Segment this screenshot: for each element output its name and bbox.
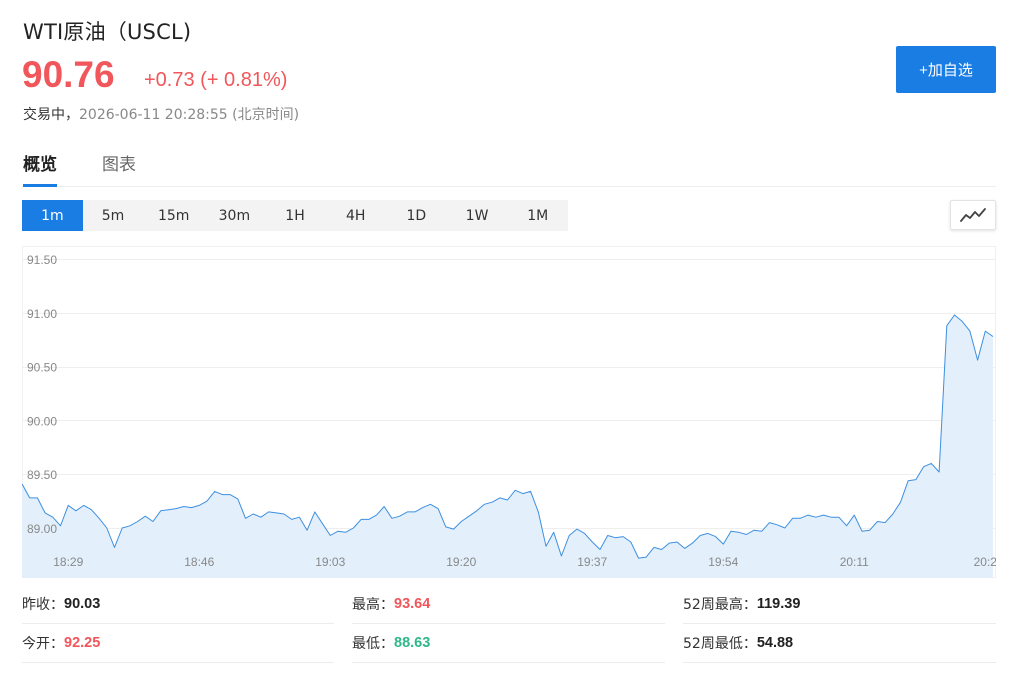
- x-tick-label: 19:54: [708, 555, 738, 569]
- stat-open: 今开： 92.25: [22, 624, 334, 663]
- stat-52w-high: 52周最高： 119.39: [683, 585, 996, 624]
- stat-low: 最低： 88.63: [352, 624, 665, 663]
- y-tick-label: 90.00: [27, 414, 57, 428]
- y-tick-label: 91.00: [27, 307, 57, 321]
- line-chart-icon: [960, 208, 986, 222]
- stat-label: 昨收：: [22, 597, 64, 613]
- x-tick-label: 20:11: [840, 555, 869, 569]
- stat-high: 最高： 93.64: [352, 585, 665, 624]
- status-timestamp: 2026-06-11 20:28:55 (北京时间): [79, 107, 300, 123]
- y-tick-label: 91.50: [27, 253, 57, 267]
- x-tick-label: 19:37: [577, 555, 607, 569]
- tab-bar: 概览 图表: [23, 150, 996, 187]
- stat-52w-low: 52周最低： 54.88: [683, 624, 996, 663]
- x-tick-label: 20:2: [974, 555, 996, 569]
- tab-chart[interactable]: 图表: [102, 150, 136, 185]
- stat-value: 92.25: [64, 635, 101, 651]
- period-selector: 1m 5m 15m 30m 1H 4H 1D 1W 1M: [22, 200, 568, 231]
- stat-label: 最高：: [352, 597, 394, 613]
- period-15m[interactable]: 15m: [143, 200, 204, 231]
- period-1w[interactable]: 1W: [447, 200, 508, 231]
- stat-value: 93.64: [394, 596, 431, 612]
- chart-type-toggle-button[interactable]: [950, 200, 996, 230]
- period-5m[interactable]: 5m: [83, 200, 144, 231]
- instrument-title: WTI原油（USCL): [23, 20, 192, 44]
- stat-value: 88.63: [394, 635, 431, 651]
- stat-value: 119.39: [756, 596, 801, 612]
- y-tick-label: 90.50: [27, 361, 57, 375]
- stat-value: 90.03: [64, 596, 101, 612]
- period-1mo[interactable]: 1M: [507, 200, 568, 231]
- trading-status: 交易中，2026-06-11 20:28:55 (北京时间): [23, 104, 299, 124]
- y-tick-label: 89.50: [27, 468, 57, 482]
- stat-label: 52周最高：: [683, 597, 757, 613]
- price-chart: 91.50 91.00 90.50 90.00 89.50 89.00 18:29 18:46…: [22, 246, 996, 578]
- stats-panel: 昨收： 90.03 今开： 92.25 最高： 93.64 最低： 88.63 52周最…: [22, 585, 996, 665]
- add-watchlist-button[interactable]: +加自选: [896, 46, 996, 93]
- tab-overview[interactable]: 概览: [23, 150, 57, 187]
- period-4h[interactable]: 4H: [325, 200, 386, 231]
- stat-value: 54.88: [756, 635, 794, 651]
- price-chart-svg: 91.50 91.00 90.50 90.00 89.50 89.00 18:29 18:46…: [22, 246, 996, 578]
- period-1h[interactable]: 1H: [265, 200, 326, 231]
- period-30m[interactable]: 30m: [204, 200, 265, 231]
- x-tick-label: 19:03: [315, 555, 345, 569]
- x-tick-label: 18:46: [184, 555, 214, 569]
- stat-label: 最低：: [352, 636, 394, 652]
- y-tick-label: 89.00: [27, 522, 57, 536]
- stat-prev-close: 昨收： 90.03: [22, 585, 334, 624]
- x-tick-label: 19:20: [446, 555, 476, 569]
- period-1m[interactable]: 1m: [22, 200, 83, 231]
- stat-label: 52周最低：: [683, 636, 757, 652]
- x-tick-label: 18:29: [53, 555, 83, 569]
- stat-label: 今开：: [22, 636, 64, 652]
- last-price: 90.76: [22, 54, 115, 95]
- status-label: 交易中，: [23, 107, 79, 123]
- period-1d[interactable]: 1D: [386, 200, 447, 231]
- price-change: +0.73 (+ 0.81%): [144, 69, 288, 91]
